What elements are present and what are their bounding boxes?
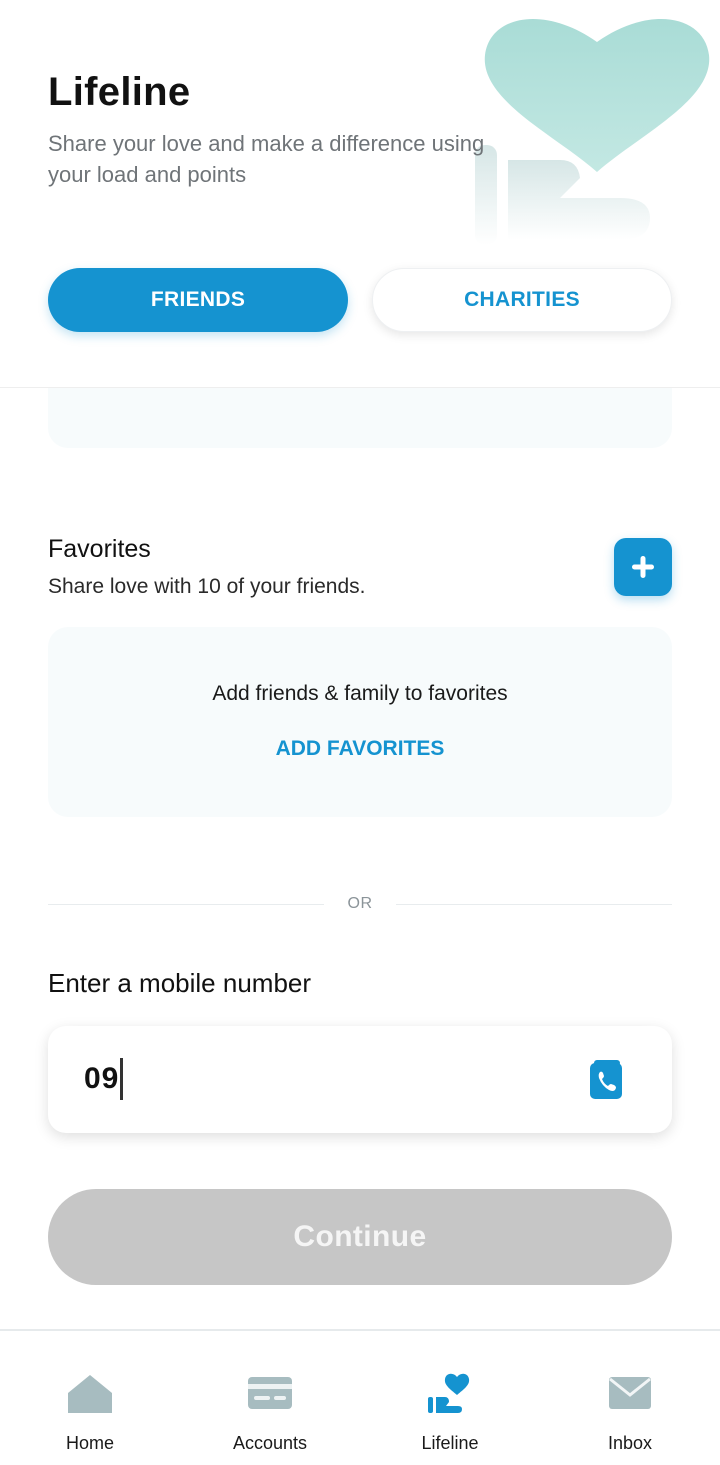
- page-title: Lifeline: [48, 70, 191, 114]
- mobile-number-label: Enter a mobile number: [48, 968, 312, 998]
- page-header: Lifeline Share your love and make a diff…: [0, 0, 720, 388]
- nav-label-lifeline: Lifeline: [421, 1433, 479, 1453]
- continue-button[interactable]: Continue: [48, 1189, 672, 1285]
- text-caret: [120, 1058, 123, 1100]
- heart-hand-illustration: [475, 18, 710, 245]
- favorites-subtitle: Share love with 10 of your friends.: [48, 575, 366, 598]
- favorites-title: Favorites: [48, 535, 151, 563]
- nav-item-lifeline[interactable]: Lifeline: [360, 1331, 540, 1465]
- or-divider: OR: [48, 893, 672, 917]
- page-subtitle: Share your love and make a difference us…: [48, 131, 485, 187]
- add-favorites-link[interactable]: ADD FAVORITES: [48, 737, 672, 761]
- nav-item-home[interactable]: Home: [0, 1331, 180, 1465]
- mobile-number-field[interactable]: [48, 1026, 672, 1133]
- bottom-navigation: Home Accounts Lifeline Inbox: [0, 1329, 720, 1465]
- mail-icon: [609, 1377, 651, 1409]
- favorites-empty-card: Add friends & family to favorites ADD FA…: [48, 627, 672, 817]
- heart-hand-icon: [428, 1373, 470, 1413]
- favorites-empty-text: Add friends & family to favorites: [212, 682, 508, 705]
- nav-label-accounts: Accounts: [232, 1433, 308, 1453]
- nav-label-home: Home: [65, 1433, 114, 1453]
- mobile-number-input[interactable]: [84, 1056, 564, 1102]
- plus-icon: [632, 556, 654, 578]
- card-icon: [248, 1377, 292, 1409]
- nav-item-inbox[interactable]: Inbox: [540, 1331, 720, 1465]
- tab-charities[interactable]: CHARITIES: [372, 268, 672, 332]
- tab-friends[interactable]: FRIENDS: [48, 268, 348, 332]
- phone-book-icon[interactable]: [588, 1060, 626, 1100]
- nav-item-accounts[interactable]: Accounts: [180, 1331, 360, 1465]
- add-favorite-button[interactable]: [614, 538, 672, 596]
- divider-line-right: [396, 904, 672, 905]
- nav-label-inbox: Inbox: [607, 1433, 653, 1453]
- home-icon: [68, 1375, 112, 1413]
- previous-card-bottom: [48, 388, 672, 448]
